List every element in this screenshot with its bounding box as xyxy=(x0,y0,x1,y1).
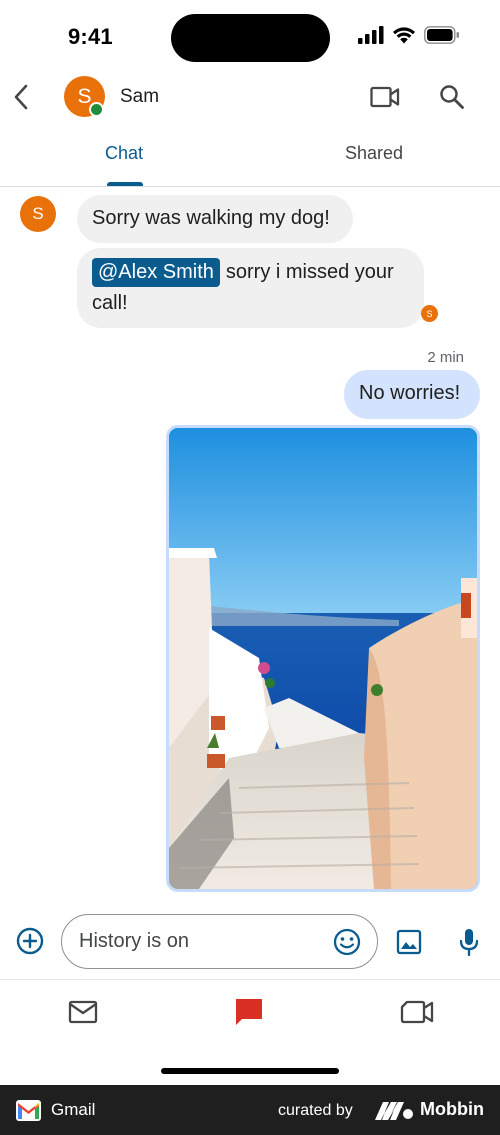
status-time: 9:41 xyxy=(68,24,113,49)
mobbin-logo-icon xyxy=(375,1102,413,1120)
contact-name[interactable]: Sam xyxy=(120,86,159,108)
meet-icon xyxy=(400,1000,434,1024)
add-circle-icon xyxy=(16,927,44,955)
tab-indicator xyxy=(107,182,143,186)
mobbin-brand-name: Mobbin xyxy=(420,1099,484,1119)
footer-app-name: Gmail xyxy=(51,1100,96,1119)
add-attachment-button[interactable] xyxy=(15,926,45,956)
mention-chip[interactable]: @Alex Smith xyxy=(92,258,220,287)
tab-chat[interactable]: Chat xyxy=(105,143,143,164)
incoming-message[interactable]: Sorry was walking my dog! xyxy=(77,195,353,243)
nav-meet-button[interactable] xyxy=(400,998,434,1026)
outgoing-message[interactable]: No worries! xyxy=(344,370,480,419)
tab-bar: Chat Shared xyxy=(0,130,500,187)
curated-by-label: curated by xyxy=(278,1102,353,1119)
bottom-navigation xyxy=(0,979,500,1085)
back-button[interactable] xyxy=(6,78,36,116)
photo-image xyxy=(169,428,477,889)
emoji-button[interactable] xyxy=(332,927,362,957)
chevron-left-icon xyxy=(14,84,28,110)
video-call-button[interactable] xyxy=(368,82,402,112)
read-receipt-avatar: S xyxy=(421,305,438,322)
chat-icon xyxy=(236,999,262,1025)
status-icons xyxy=(358,26,460,44)
tab-shared[interactable]: Shared xyxy=(345,143,403,164)
cellular-signal-icon xyxy=(358,26,384,44)
image-icon xyxy=(396,929,422,955)
footer-banner: Gmail curated by Mobbin xyxy=(0,1085,500,1135)
home-indicator xyxy=(161,1068,339,1074)
battery-icon xyxy=(424,26,459,44)
incoming-message[interactable]: @Alex Smith sorry i missed your call! xyxy=(77,248,424,328)
gallery-button[interactable] xyxy=(393,926,425,958)
wifi-icon xyxy=(393,27,415,44)
presence-indicator xyxy=(89,102,104,117)
message-input[interactable]: History is on xyxy=(61,914,378,969)
microphone-icon xyxy=(459,929,479,957)
nav-mail-button[interactable] xyxy=(67,998,99,1026)
gmail-logo-icon xyxy=(16,1100,41,1121)
search-icon xyxy=(440,85,464,109)
search-button[interactable] xyxy=(436,81,468,113)
nav-chat-button[interactable] xyxy=(233,996,265,1028)
message-timestamp: 2 min xyxy=(427,349,464,366)
message-input-placeholder: History is on xyxy=(79,930,190,952)
sender-avatar[interactable]: S xyxy=(20,196,56,232)
chat-header: S Sam xyxy=(0,72,500,122)
shared-photo[interactable] xyxy=(166,425,480,892)
dynamic-island xyxy=(171,14,330,62)
mail-icon xyxy=(68,1000,98,1024)
status-bar: 9:41 xyxy=(0,0,500,72)
emoji-icon xyxy=(333,928,361,956)
video-camera-icon xyxy=(370,86,400,108)
microphone-button[interactable] xyxy=(455,925,483,959)
